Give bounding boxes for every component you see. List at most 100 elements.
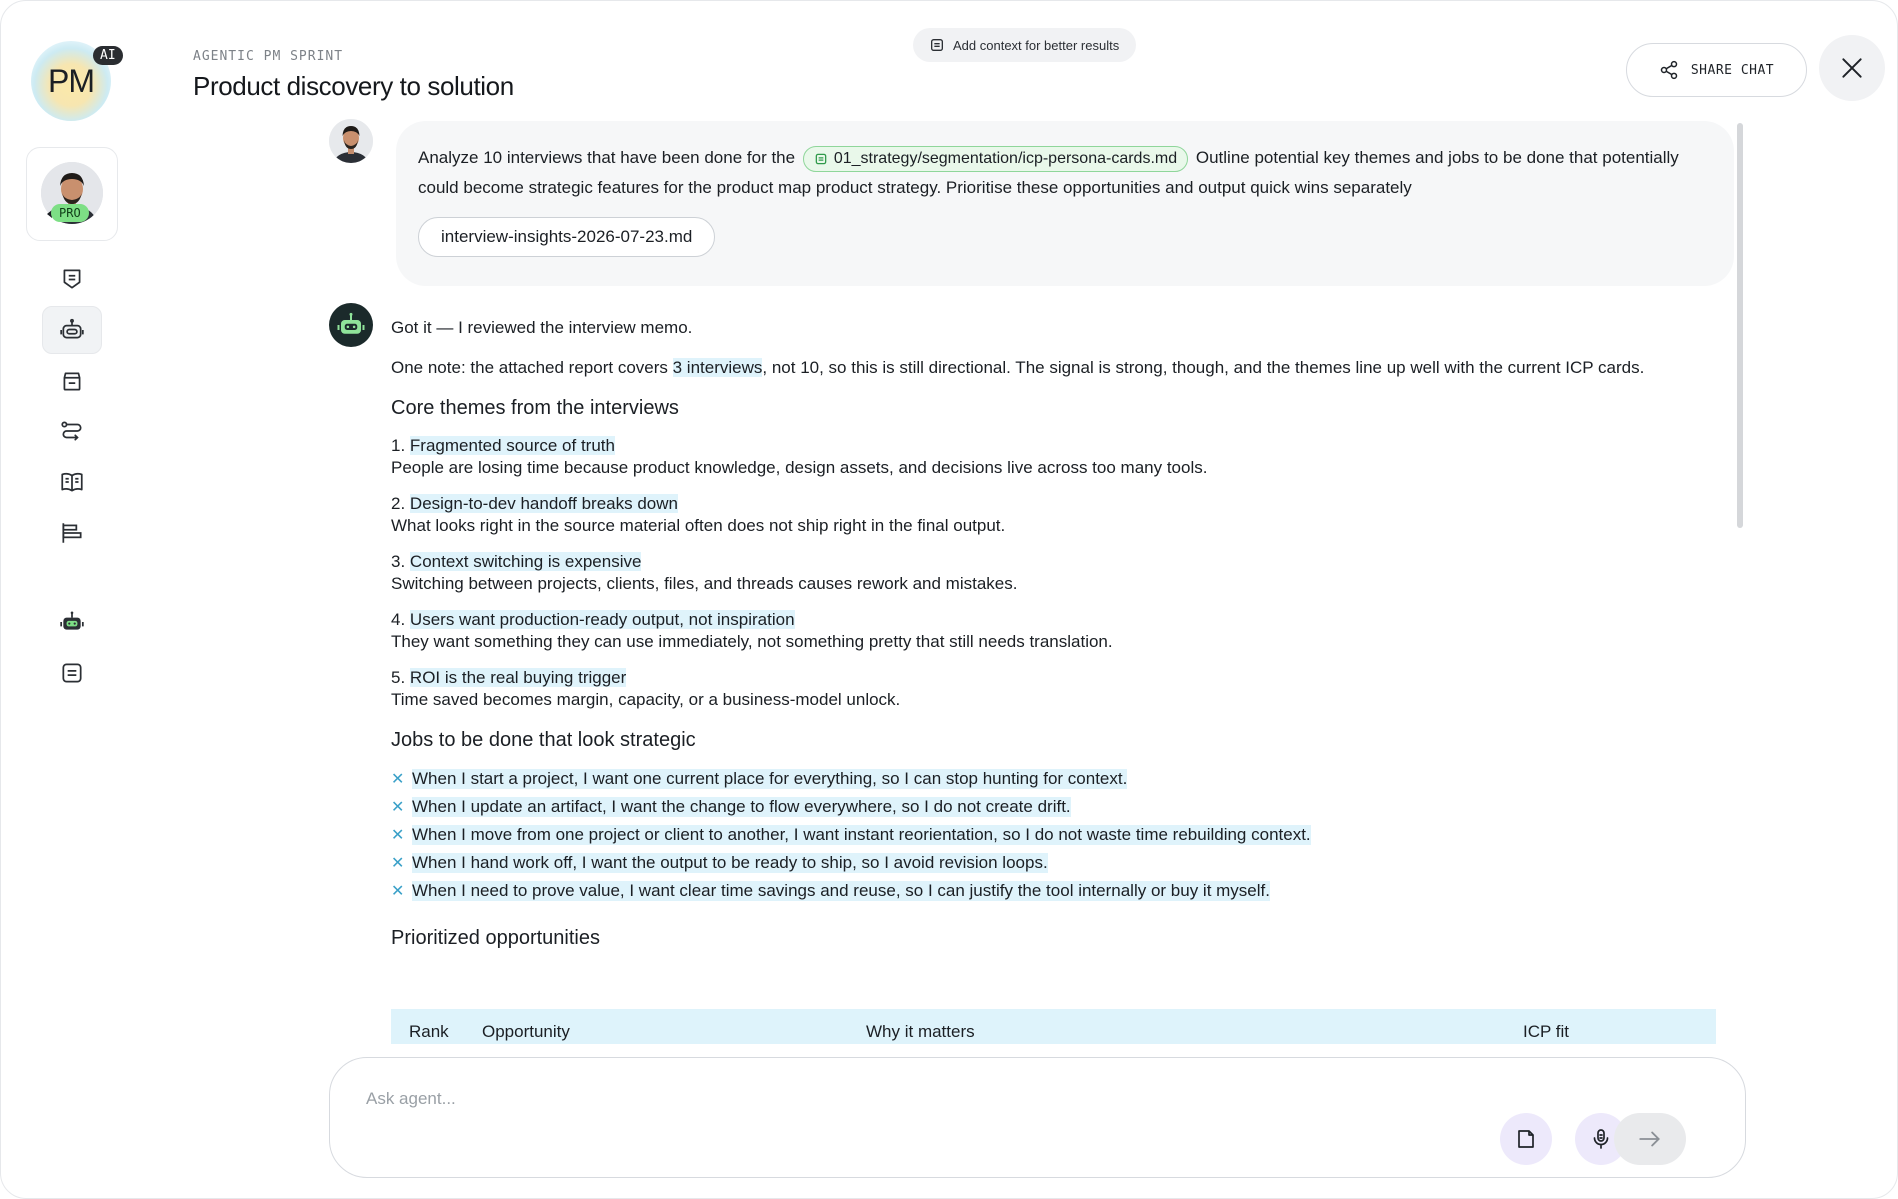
theme-description: Time saved becomes margin, capacity, or …: [391, 690, 901, 709]
theme-item: 2. Design-to-dev handoff breaks down Wha…: [391, 493, 1736, 537]
share-chat-label: SHARE CHAT: [1690, 62, 1775, 78]
table-header-why: Why it matters: [866, 1022, 975, 1041]
list-item: ✕ When I update an artifact, I want the c…: [391, 793, 1736, 821]
sidebar-item-archive[interactable]: [42, 357, 102, 405]
assistant-note: One note: the attached report covers 3 i…: [391, 357, 1736, 379]
add-context-label: Add context for better results: [953, 37, 1120, 53]
user-message-text: Analyze 10 interviews that have been don…: [418, 143, 1712, 203]
send-button[interactable]: [1614, 1113, 1686, 1165]
themes-heading: Core themes from the interviews: [391, 397, 679, 419]
logo-text: PM: [48, 62, 95, 99]
theme-item: 1. Fragmented source of truth People are…: [391, 435, 1736, 479]
page-eyebrow: AGENTIC PM SPRINT: [193, 49, 344, 64]
job-text: When I start a project, I want one curre…: [412, 769, 1128, 789]
user-message-bubble: Analyze 10 interviews that have been don…: [396, 121, 1734, 286]
close-icon: [1842, 58, 1862, 78]
job-text: When I need to prove value, I want clear…: [412, 881, 1270, 901]
theme-title: Fragmented source of truth: [409, 436, 615, 455]
route-icon: [61, 421, 82, 441]
assistant-avatar: [329, 303, 373, 347]
theme-title: Design-to-dev handoff breaks down: [409, 494, 678, 513]
add-context-button[interactable]: Add context for better results: [913, 28, 1137, 62]
job-text: When I move from one project or client t…: [412, 825, 1311, 845]
assistant-note-highlight: 3 interviews: [672, 358, 763, 377]
sidebar-item-timeline[interactable]: [42, 509, 102, 557]
note-icon: [815, 153, 827, 164]
page-title: Product discovery to solution: [193, 71, 514, 101]
opportunities-heading: Prioritized opportunities: [391, 927, 600, 949]
file-reference-chip[interactable]: 01_strategy/segmentation/icp-persona-car…: [802, 145, 1189, 172]
theme-number: 2.: [391, 494, 406, 513]
close-x-icon: ✕: [391, 883, 405, 900]
user-message-text-before: Analyze 10 interviews that have been don…: [418, 148, 796, 167]
file-reference-label: 01_strategy/segmentation/icp-persona-car…: [833, 149, 1178, 167]
theme-item: 5. ROI is the real buying trigger Time s…: [391, 667, 1736, 711]
theme-number: 5.: [391, 668, 406, 687]
close-button[interactable]: [1819, 35, 1885, 101]
sidebar-item-notes[interactable]: [42, 649, 102, 697]
ask-agent-input[interactable]: [366, 1084, 1266, 1114]
theme-title: Users want production-ready output, not …: [409, 610, 795, 629]
ai-badge: AI: [93, 46, 123, 65]
book-icon: [61, 472, 83, 492]
close-x-icon: ✕: [391, 799, 405, 816]
brand-logo[interactable]: PM AI: [31, 41, 123, 121]
list-item: ✕ When I hand work off, I want the output…: [391, 849, 1736, 877]
theme-description: What looks right in the source material …: [391, 516, 1006, 535]
profile-card[interactable]: PRO: [26, 147, 118, 241]
robot-icon: [337, 312, 365, 334]
archive-box-icon: [63, 372, 81, 391]
assistant-message: Got it — I reviewed the interview memo. …: [391, 317, 1736, 951]
theme-description: They want something they can use immedia…: [391, 632, 1113, 651]
theme-number: 1.: [391, 436, 406, 455]
robot-icon: [60, 318, 84, 339]
job-text: When I update an artifact, I want the ch…: [412, 797, 1071, 817]
jobs-list: ✕ When I start a project, I want one curr…: [391, 765, 1736, 905]
app-window: PM AI PRO AGENTIC PM SPRINT Product disc…: [0, 0, 1898, 1199]
attach-file-button[interactable]: [1500, 1113, 1552, 1165]
attachment-chip[interactable]: interview-insights-2026-07-23.md: [418, 217, 716, 257]
assistant-note-after: , not 10, so this is still directional. …: [762, 358, 1645, 377]
note-icon: [62, 663, 82, 683]
shield-list-icon: [63, 269, 81, 289]
list-item: ✕ When I need to prove value, I want clea…: [391, 877, 1736, 905]
close-x-icon: ✕: [391, 827, 405, 844]
assistant-intro: Got it — I reviewed the interview memo.: [391, 318, 693, 337]
theme-description: People are losing time because product k…: [391, 458, 1208, 477]
theme-number: 3.: [391, 552, 406, 571]
user-avatar: [329, 119, 373, 163]
note-icon: [931, 39, 943, 51]
timeline-bars-icon: [62, 523, 82, 543]
theme-item: 4. Users want production-ready output, n…: [391, 609, 1736, 653]
assistant-note-before: One note: the attached report covers: [391, 358, 668, 377]
sidebar-item-shield-list[interactable]: [42, 255, 102, 303]
pro-badge: PRO: [51, 204, 89, 222]
theme-description: Switching between projects, clients, fil…: [391, 574, 1018, 593]
sidebar-item-agents[interactable]: [42, 306, 102, 354]
theme-item: 3. Context switching is expensive Switch…: [391, 551, 1736, 595]
table-header-opportunity: Opportunity: [482, 1022, 570, 1041]
robot-green-icon: [60, 611, 84, 630]
opportunities-table-header: Rank Opportunity Why it matters ICP fit: [391, 1009, 1716, 1044]
composer: [329, 1057, 1746, 1178]
share-chat-button[interactable]: SHARE CHAT: [1626, 43, 1807, 97]
sidebar-item-routes[interactable]: [42, 407, 102, 455]
table-header-rank: Rank: [409, 1022, 449, 1041]
sidebar-item-library[interactable]: [42, 458, 102, 506]
arrow-right-icon: [1639, 1131, 1660, 1147]
close-x-icon: ✕: [391, 855, 405, 872]
chat-scrollbar[interactable]: [1737, 123, 1743, 528]
theme-title: ROI is the real buying trigger: [409, 668, 627, 687]
list-item: ✕ When I move from one project or client …: [391, 821, 1736, 849]
table-header-icp-fit: ICP fit: [1523, 1022, 1569, 1041]
file-icon: [1518, 1130, 1534, 1148]
share-icon: [1660, 60, 1678, 80]
close-x-icon: ✕: [391, 771, 405, 788]
theme-number: 4.: [391, 610, 406, 629]
sidebar-item-assistant[interactable]: [42, 598, 102, 646]
theme-title: Context switching is expensive: [409, 552, 642, 571]
list-item: ✕ When I start a project, I want one curr…: [391, 765, 1736, 793]
microphone-icon: [1593, 1129, 1609, 1149]
job-text: When I hand work off, I want the output …: [412, 853, 1048, 873]
jobs-heading: Jobs to be done that look strategic: [391, 729, 696, 751]
